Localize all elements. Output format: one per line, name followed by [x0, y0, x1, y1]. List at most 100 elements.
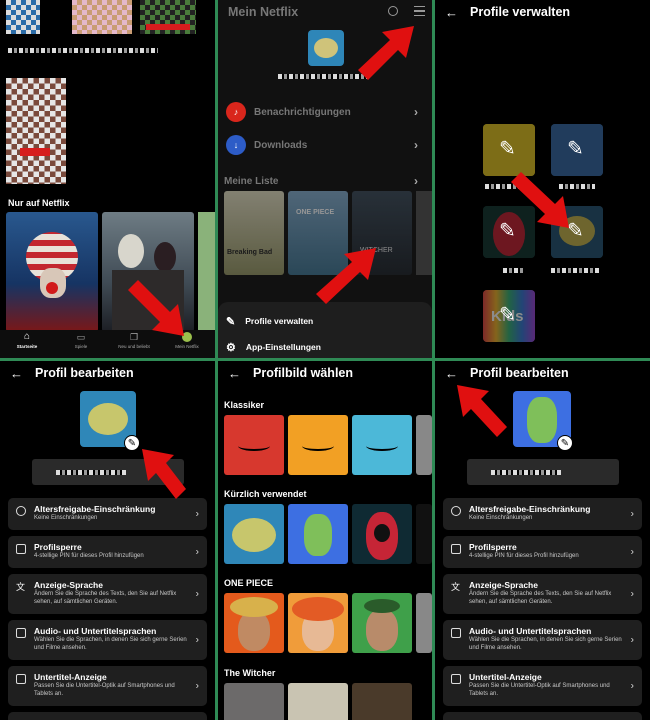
- avatar-witcher-2[interactable]: [288, 683, 348, 720]
- profile-tile-3[interactable]: ✎: [483, 206, 535, 258]
- edit-avatar-pencil-icon[interactable]: ✎: [557, 435, 573, 451]
- setting-title: Profilsperre: [469, 542, 517, 552]
- nav-item-neu-und-beliebt[interactable]: ❐ Neu und beliebt: [108, 330, 160, 349]
- poster-top-1[interactable]: [6, 0, 40, 34]
- nav-item-spiele[interactable]: ▭ Spiele: [58, 330, 104, 349]
- nav-item-mein-netflix[interactable]: Mein Netflix: [162, 330, 212, 349]
- poster-partial[interactable]: [416, 191, 432, 275]
- search-icon[interactable]: [388, 6, 398, 16]
- page-title: Profil bearbeiten: [470, 366, 569, 380]
- obscured-row-title: [8, 48, 158, 53]
- poster-breaking-bad[interactable]: Breaking Bad: [224, 191, 284, 275]
- lock-icon: [16, 544, 26, 554]
- avatar-witcher-1[interactable]: [224, 683, 284, 720]
- setting-subtitle: Passen Sie die Untertitel-Optik auf Smar…: [34, 683, 175, 697]
- profile-avatar[interactable]: ✎: [80, 391, 140, 451]
- avatar-one-piece-zoro[interactable]: [352, 593, 412, 653]
- profile-tile-kids[interactable]: Kids ✎: [483, 290, 535, 342]
- menu-icon[interactable]: [414, 6, 425, 16]
- caption-icon: [16, 674, 26, 684]
- setting-subtitle: Wählen Sie die Sprachen, in denen Sie si…: [34, 637, 187, 651]
- panel-profil-bearbeiten: ← Profil bearbeiten ✎ Altersfreigabe-Ein…: [0, 361, 215, 720]
- profile-tile-1[interactable]: ✎: [483, 124, 535, 176]
- poster-pixelated[interactable]: [6, 78, 66, 184]
- chevron-right-icon: ›: [414, 174, 418, 188]
- setting-title: Untertitel-Anzeige: [34, 672, 107, 682]
- menu-label: Downloads: [254, 139, 308, 151]
- setting-subtitle: Passen Sie die Untertitel-Optik auf Smar…: [469, 683, 610, 697]
- page-title: Profilbild wählen: [253, 366, 354, 380]
- setting-untertitel-anzeige[interactable]: Untertitel-Anzeige Passen Sie die Untert…: [443, 666, 642, 706]
- poster-the-witcher[interactable]: [102, 212, 194, 332]
- back-arrow-icon[interactable]: ←: [228, 366, 241, 381]
- chevron-right-icon: ›: [195, 634, 199, 646]
- poster-partial[interactable]: [198, 212, 215, 332]
- header: ← Profil bearbeiten: [435, 361, 650, 385]
- back-arrow-icon[interactable]: ←: [10, 366, 23, 381]
- avatar-recent-squid-game[interactable]: [352, 504, 412, 564]
- download-icon: ↓: [226, 135, 246, 155]
- poster-label: Breaking Bad: [227, 249, 273, 256]
- edit-avatar-pencil-icon[interactable]: ✎: [124, 435, 140, 451]
- profile-avatar[interactable]: [308, 30, 344, 66]
- setting-title: Anzeige-Sprache: [34, 580, 103, 590]
- back-arrow-icon[interactable]: ←: [445, 366, 458, 381]
- setting-partial[interactable]: [443, 712, 642, 720]
- setting-altersfreigabe[interactable]: Altersfreigabe-Einschränkung Keine Einsc…: [8, 498, 207, 530]
- menu-item-benachrichtigungen[interactable]: ♪ Benachrichtigungen ›: [226, 101, 426, 123]
- setting-profilsperre[interactable]: Profilsperre 4-stellige PIN für dieses P…: [8, 536, 207, 568]
- avatar-recent-simpsons[interactable]: [288, 504, 348, 564]
- avatar-klassiker-red[interactable]: [224, 415, 284, 475]
- setting-anzeige-sprache[interactable]: 文 Anzeige-Sprache Ändern Sie die Sprache…: [443, 574, 642, 614]
- poster-label: ONE PIECE: [296, 209, 335, 216]
- chevron-right-icon: ›: [630, 680, 634, 692]
- bottom-nav: ⌂ Startseite ▭ Spiele ❐ Neu und beliebt …: [0, 330, 215, 358]
- avatar-klassiker-partial[interactable]: [416, 415, 432, 475]
- menu-item-downloads[interactable]: ↓ Downloads ›: [226, 134, 426, 156]
- gear-icon: ⚙: [226, 341, 236, 354]
- profile-name-field[interactable]: [32, 459, 184, 485]
- setting-profilsperre[interactable]: Profilsperre 4-stellige PIN für dieses P…: [443, 536, 642, 568]
- avatar-witcher-3[interactable]: [352, 683, 412, 720]
- row-title-one-piece: ONE PIECE: [224, 578, 274, 588]
- meine-liste-header[interactable]: Meine Liste ›: [224, 174, 426, 188]
- nav-item-startseite[interactable]: ⌂ Startseite: [4, 330, 50, 349]
- poster-top-2[interactable]: [72, 0, 132, 34]
- profile-tile-2[interactable]: ✎: [551, 124, 603, 176]
- header: ← Profilbild wählen: [218, 361, 432, 385]
- avatar-one-piece-luffy[interactable]: [224, 593, 284, 653]
- profile-avatar[interactable]: ✎: [513, 391, 573, 451]
- avatar-recent-frog[interactable]: [224, 504, 284, 564]
- header: ← Profile verwalten: [435, 0, 650, 24]
- setting-altersfreigabe[interactable]: Altersfreigabe-Einschränkung Keine Einsc…: [443, 498, 642, 530]
- profile-name-field[interactable]: [467, 459, 619, 485]
- panel-profilbild-waehlen: ← Profilbild wählen Klassiker Kürzlich v…: [218, 361, 432, 720]
- home-icon: ⌂: [23, 331, 31, 342]
- setting-audio-untertitel[interactable]: Audio- und Untertitelsprachen Wählen Sie…: [443, 620, 642, 660]
- setting-subtitle: 4-stellige PIN für dieses Profil hinzufü…: [34, 553, 144, 559]
- avatar-klassiker-blue[interactable]: [352, 415, 412, 475]
- avatar-recent-partial[interactable]: [416, 504, 432, 564]
- setting-anzeige-sprache[interactable]: 文 Anzeige-Sprache Ändern Sie die Sprache…: [8, 574, 207, 614]
- setting-partial[interactable]: [8, 712, 207, 720]
- avatar-klassiker-orange[interactable]: [288, 415, 348, 475]
- red-arrow-to-profile: [511, 172, 569, 228]
- gamepad-icon: ▭: [76, 332, 86, 342]
- back-arrow-icon[interactable]: ←: [445, 5, 458, 20]
- page-title: Mein Netflix: [218, 0, 432, 24]
- sheet-item-app-einstellungen[interactable]: ⚙ App-Einstellungen: [226, 340, 321, 354]
- panel-mein-netflix: Mein Netflix ♪ Benachrichtigungen › ↓ Do…: [218, 0, 432, 358]
- profile-tile-4[interactable]: ✎: [551, 206, 603, 258]
- avatar-one-piece-partial[interactable]: [416, 593, 432, 653]
- poster-witcher[interactable]: WITCHER: [352, 191, 412, 275]
- obscured-profile-name: [503, 268, 523, 273]
- setting-untertitel-anzeige[interactable]: Untertitel-Anzeige Passen Sie die Untert…: [8, 666, 207, 706]
- poster-one-piece[interactable]: ONE PIECE: [288, 191, 348, 275]
- poster-one-piece-buggy[interactable]: [6, 212, 98, 332]
- avatar-one-piece-nami[interactable]: [288, 593, 348, 653]
- sheet-item-profile-verwalten[interactable]: ✎ Profile verwalten: [226, 314, 313, 328]
- setting-audio-untertitel[interactable]: Audio- und Untertitelsprachen Wählen Sie…: [8, 620, 207, 660]
- row-title-klassiker: Klassiker: [224, 400, 265, 410]
- nav-label: Neu und beliebt: [118, 344, 150, 349]
- info-icon: [16, 506, 26, 516]
